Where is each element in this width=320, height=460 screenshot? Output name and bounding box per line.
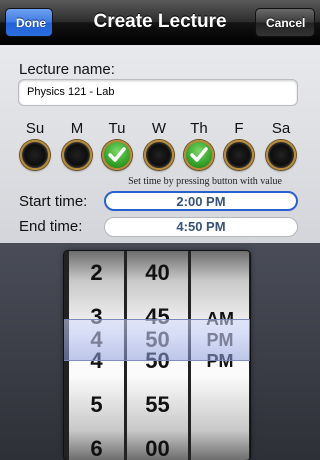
day-friday: F — [221, 120, 257, 170]
done-button[interactable]: Done — [5, 8, 53, 37]
hour-option: 2 — [90, 260, 103, 285]
hour-option: 6 — [90, 436, 103, 460]
day-wednesday: W — [141, 120, 177, 170]
hour-option: 5 — [90, 392, 103, 417]
page-title: Create Lecture — [93, 11, 227, 32]
day-toggle-wednesday[interactable] — [144, 140, 174, 170]
day-label: Tu — [108, 120, 126, 137]
day-label: M — [70, 120, 84, 137]
checkmark-icon — [108, 147, 126, 162]
picker-selection-bar: 4 50 PM — [64, 319, 250, 361]
day-sunday: Su — [17, 120, 53, 170]
minute-option: 00 — [145, 436, 170, 460]
minute-option: 55 — [145, 392, 170, 417]
day-toggle-saturday[interactable] — [266, 140, 296, 170]
lecture-name-label: Lecture name: — [19, 61, 115, 78]
selected-hour: 4 — [90, 327, 103, 352]
day-label: F — [234, 120, 244, 137]
day-label: Su — [25, 120, 45, 137]
day-saturday: Sa — [263, 120, 299, 170]
checkmark-icon — [190, 147, 208, 162]
day-toggle-thursday[interactable] — [184, 140, 214, 170]
time-hint-text: Set time by pressing button with value — [128, 176, 282, 187]
day-toggle-sunday[interactable] — [20, 140, 50, 170]
selected-ampm: PM — [206, 330, 234, 350]
minute-option: 40 — [145, 260, 170, 285]
day-tuesday: Tu — [99, 120, 135, 170]
day-label: Th — [190, 120, 208, 137]
day-label: Sa — [271, 120, 291, 137]
day-toggle-monday[interactable] — [62, 140, 92, 170]
weekday-selector: Su M Tu W Th F Sa — [17, 120, 307, 178]
navigation-bar: Done Create Lecture Cancel — [0, 0, 320, 45]
start-time-label: Start time: — [19, 193, 88, 210]
lecture-name-field[interactable]: Physics 121 - Lab — [18, 79, 298, 106]
time-picker: 2 3 4 5 6 40 45 50 55 00 AM PM 4 50 PM — [0, 243, 320, 460]
day-toggle-friday[interactable] — [224, 140, 254, 170]
start-time-button[interactable]: 2:00 PM — [104, 191, 298, 211]
selected-minute: 50 — [145, 327, 170, 352]
cancel-button[interactable]: Cancel — [255, 8, 315, 37]
end-time-label: End time: — [19, 218, 83, 235]
day-thursday: Th — [181, 120, 217, 170]
end-time-button[interactable]: 4:50 PM — [104, 217, 298, 237]
day-label: W — [151, 120, 167, 137]
lecture-form: Lecture name: Physics 121 - Lab Su M Tu … — [0, 45, 320, 243]
day-toggle-tuesday[interactable] — [102, 140, 132, 170]
day-monday: M — [59, 120, 95, 170]
